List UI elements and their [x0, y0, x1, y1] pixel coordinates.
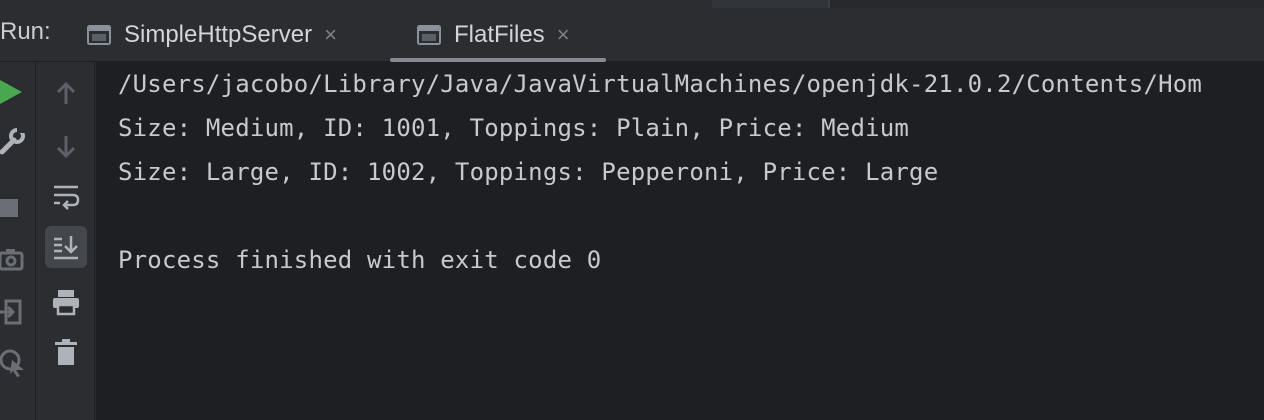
close-icon[interactable]: ×	[324, 22, 337, 48]
print-icon	[53, 290, 79, 316]
run-icon	[0, 80, 22, 104]
print-button[interactable]	[48, 284, 84, 320]
console-line-exit-status: Process finished with exit code 0	[118, 246, 602, 274]
tab-flat-files[interactable]: FlatFiles ×	[390, 8, 606, 62]
scroll-to-end-button[interactable]	[45, 226, 87, 268]
tab-simple-http-server[interactable]: SimpleHttpServer ×	[86, 8, 337, 62]
previous-occurrence-button[interactable]	[48, 76, 84, 112]
snapshot-button[interactable]	[0, 244, 32, 276]
debug-icon	[0, 349, 24, 377]
top-strip-segment	[712, 0, 828, 8]
debug-button[interactable]	[0, 346, 32, 378]
run-tab-bar: Run: SimpleHttpServer × FlatFiles ×	[0, 8, 1264, 62]
arrow-up-icon	[56, 81, 76, 104]
top-strip-segment-right	[830, 0, 1264, 8]
console-toolbar	[37, 62, 95, 420]
console-line-command: /Users/jacobo/Library/Java/JavaVirtualMa…	[118, 70, 1203, 98]
exit-button[interactable]	[0, 296, 32, 328]
console-window-icon	[87, 25, 111, 45]
run-left-toolbar	[0, 62, 36, 420]
clear-all-button[interactable]	[48, 334, 84, 370]
soft-wrap-button[interactable]	[48, 178, 84, 214]
camera-icon	[0, 249, 24, 271]
console-line-output: Size: Medium, ID: 1001, Toppings: Plain,…	[118, 114, 910, 142]
close-icon[interactable]: ×	[557, 22, 570, 48]
soft-wrap-icon	[54, 185, 80, 210]
scroll-to-end-icon	[54, 236, 78, 260]
console-window-icon	[417, 25, 441, 45]
stop-button[interactable]	[0, 192, 32, 224]
run-label: Run:	[0, 18, 51, 45]
window-top-strip	[0, 0, 1264, 8]
console-line-output: Size: Large, ID: 1002, Toppings: Peppero…	[118, 158, 939, 186]
console-output[interactable]: /Users/jacobo/Library/Java/JavaVirtualMa…	[96, 62, 1264, 420]
exit-icon	[0, 299, 22, 325]
stop-icon	[0, 199, 18, 217]
wrench-icon	[0, 126, 25, 155]
tab-label: FlatFiles	[454, 21, 545, 48]
tab-label: SimpleHttpServer	[124, 21, 313, 48]
rerun-button[interactable]	[0, 76, 32, 108]
settings-button[interactable]	[0, 124, 32, 156]
arrow-down-icon	[56, 136, 76, 159]
next-occurrence-button[interactable]	[48, 128, 84, 164]
trash-icon	[55, 339, 77, 365]
